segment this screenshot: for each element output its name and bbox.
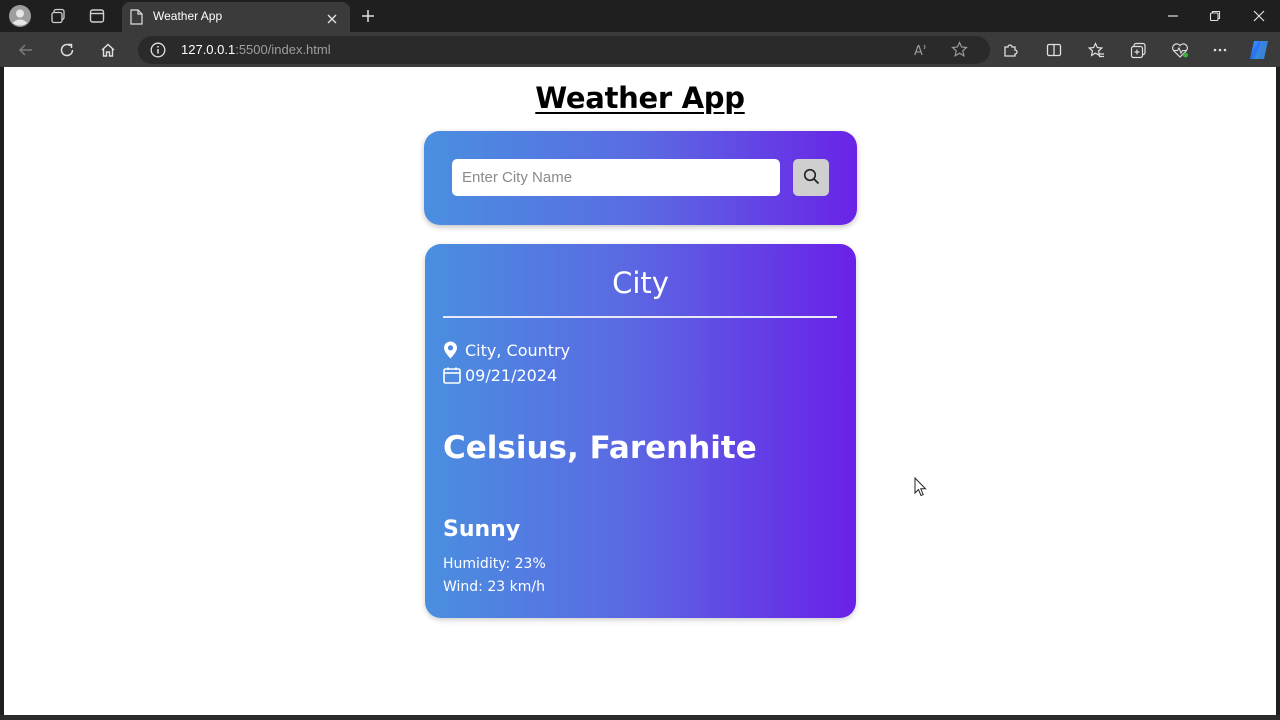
date-text: 09/21/2024 — [465, 365, 558, 385]
mouse-cursor-icon — [914, 476, 928, 501]
url-text: 127.0.0.1:5500/index.html — [181, 42, 331, 57]
tab-weather-app[interactable]: Weather App — [122, 2, 350, 32]
url-path: :5500/index.html — [235, 42, 331, 57]
date-row: 09/21/2024 — [443, 364, 557, 386]
divider — [443, 316, 837, 318]
tab-title: Weather App — [153, 9, 223, 23]
back-arrow-icon[interactable] — [13, 37, 39, 63]
temperature-text: Celsius, Farenhite — [443, 430, 757, 466]
location-row: City, Country — [443, 339, 570, 361]
city-name: City — [612, 266, 669, 300]
page-viewport: Weather App City City, Country 09/21/202… — [4, 67, 1276, 715]
humidity-text: Humidity: 23% — [443, 556, 546, 572]
home-icon[interactable] — [95, 37, 121, 63]
location-text: City, Country — [465, 340, 571, 360]
search-button[interactable] — [793, 159, 829, 196]
refresh-icon[interactable] — [54, 37, 80, 63]
search-card — [424, 131, 857, 225]
restore-button[interactable] — [1200, 4, 1230, 28]
calendar-icon — [443, 365, 463, 385]
browser-toolbar: 127.0.0.1:5500/index.html A — [0, 32, 1280, 67]
search-icon — [803, 168, 820, 188]
favorites-icon[interactable] — [1083, 37, 1109, 63]
heart-pulse-icon[interactable] — [1167, 37, 1193, 63]
url-host: 127.0.0.1 — [181, 42, 236, 57]
collections-icon[interactable] — [1125, 37, 1151, 63]
close-icon[interactable] — [326, 10, 338, 29]
minimize-button[interactable] — [1158, 4, 1188, 28]
svg-text:A: A — [914, 44, 923, 58]
more-icon[interactable] — [1207, 37, 1233, 63]
close-window-button[interactable] — [1244, 4, 1274, 28]
weather-condition: Sunny — [443, 517, 521, 542]
star-icon[interactable] — [951, 41, 968, 62]
window-bottom-edge — [0, 715, 1280, 720]
page-title: Weather App — [535, 81, 745, 115]
plus-icon[interactable] — [356, 4, 380, 28]
map-pin-icon — [443, 340, 463, 360]
read-aloud-icon[interactable]: A — [913, 42, 929, 62]
puzzle-icon[interactable] — [997, 37, 1023, 63]
browser-tab-bar: Weather App — [0, 0, 1280, 32]
split-screen-icon[interactable] — [1041, 37, 1067, 63]
address-bar[interactable]: 127.0.0.1:5500/index.html A — [138, 36, 990, 64]
copilot-icon[interactable] — [1246, 37, 1272, 63]
workspaces-icon[interactable] — [46, 4, 70, 28]
avatar-icon[interactable] — [8, 4, 32, 28]
info-icon[interactable] — [150, 42, 166, 62]
search-input[interactable] — [452, 159, 780, 196]
tab-actions-icon[interactable] — [85, 4, 109, 28]
page-icon — [130, 9, 143, 29]
weather-card: City City, Country 09/21/2024 Celsius, F… — [425, 244, 856, 618]
wind-text: Wind: 23 km/h — [443, 579, 545, 595]
